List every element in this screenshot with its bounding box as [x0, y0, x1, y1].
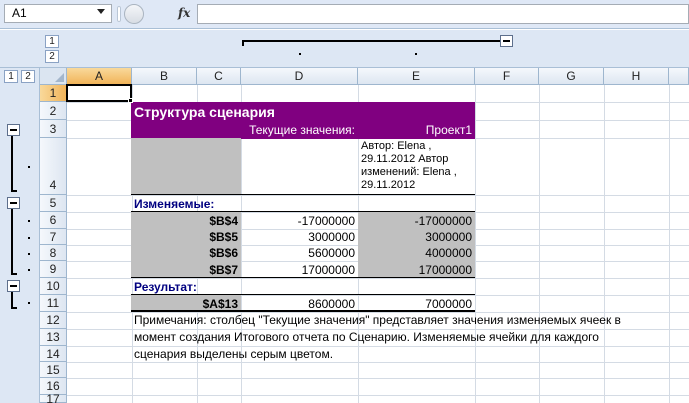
name-box[interactable]: A1 — [4, 4, 112, 23]
column-header-f[interactable]: F — [475, 68, 539, 85]
changing-current-value[interactable]: 17000000 — [241, 261, 358, 278]
scenario-author-info[interactable]: Автор: Elena , 29.11.2012 Автор изменени… — [358, 139, 476, 195]
row-header-12[interactable]: 12 — [40, 312, 67, 329]
column-header-e[interactable]: E — [358, 68, 475, 85]
table-border — [131, 277, 475, 278]
gridline — [67, 378, 689, 379]
column-header-a[interactable]: A — [67, 68, 132, 85]
column-header-h[interactable]: H — [604, 68, 669, 85]
row-detail-dot[interactable] — [28, 237, 30, 239]
report-note-line[interactable]: момент создания Итогового отчета по Сцен… — [134, 329, 686, 346]
column-header-d[interactable]: D — [241, 68, 358, 85]
collapse-columns-icon[interactable] — [500, 35, 513, 47]
row-group-bracket-end — [11, 307, 17, 309]
changing-scenario-value[interactable]: 3000000 — [358, 229, 475, 245]
row-header-2[interactable]: 2 — [40, 102, 67, 120]
row-header-10[interactable]: 10 — [40, 278, 67, 295]
changing-scenario-value[interactable]: 4000000 — [358, 245, 475, 261]
column-outline-level-1[interactable]: 1 — [45, 35, 59, 48]
column-header-next[interactable] — [669, 68, 689, 85]
column-detail-dot[interactable] — [415, 53, 417, 55]
row-header-8[interactable]: 8 — [40, 245, 67, 261]
row-detail-dot[interactable] — [28, 302, 30, 304]
formula-bar: A1 fx — [0, 0, 689, 29]
row-header-4[interactable]: 4 — [40, 138, 67, 195]
table-border — [131, 194, 475, 195]
row-outline-bar — [0, 68, 40, 403]
row-header-1[interactable]: 1 — [40, 85, 67, 102]
active-cell-a1[interactable] — [66, 84, 132, 102]
changing-current-value[interactable]: 5600000 — [241, 245, 358, 261]
changing-cell-ref[interactable]: $B$6 — [131, 245, 241, 261]
row-header-14[interactable]: 14 — [40, 346, 67, 362]
column-header-c[interactable]: C — [197, 68, 241, 85]
current-values-header[interactable]: Текущие значения: — [241, 120, 358, 139]
column-outline-bar — [0, 30, 689, 68]
collapse-rows-icon[interactable] — [7, 197, 20, 209]
table-border — [131, 294, 475, 295]
column-group-bracket-end — [242, 40, 244, 46]
row-header-3[interactable]: 3 — [40, 120, 67, 138]
row-outline-level-2[interactable]: 2 — [21, 70, 35, 83]
report-note-line[interactable]: сценария выделены серым цветом. — [134, 346, 686, 363]
row-header-5[interactable]: 5 — [40, 195, 67, 212]
collapse-rows-icon[interactable] — [7, 280, 20, 292]
chevron-down-icon[interactable] — [97, 9, 105, 14]
row-group-bracket-end — [11, 190, 17, 192]
changing-cell-ref[interactable]: $B$4 — [131, 212, 241, 229]
formula-input[interactable] — [197, 4, 689, 24]
changing-scenario-value[interactable]: -17000000 — [358, 212, 475, 229]
select-all-icon — [55, 73, 64, 82]
row-header-11[interactable]: 11 — [40, 295, 67, 312]
row-header-15[interactable]: 15 — [40, 362, 67, 378]
column-group-bracket — [242, 40, 500, 42]
row-group-bracket — [11, 136, 13, 191]
changing-scenario-value[interactable]: 17000000 — [358, 261, 475, 278]
splitter-handle[interactable] — [117, 6, 121, 22]
gridline — [67, 395, 689, 396]
row-detail-dot[interactable] — [28, 269, 30, 271]
changing-current-value[interactable]: -17000000 — [241, 212, 358, 229]
row-outline-level-1[interactable]: 1 — [4, 70, 18, 83]
formula-bar-button[interactable] — [124, 4, 144, 24]
select-all-button[interactable] — [40, 68, 67, 85]
report-note-line[interactable]: Примечания: столбец "Текущие значения" п… — [134, 312, 686, 329]
changing-current-value[interactable]: 3000000 — [241, 229, 358, 245]
report-header-empty[interactable] — [131, 120, 241, 139]
row-header-9[interactable]: 9 — [40, 261, 67, 278]
row-detail-dot[interactable] — [28, 166, 30, 168]
row-header-17[interactable]: 17 — [40, 392, 67, 403]
row-detail-dot[interactable] — [28, 220, 30, 222]
insert-function-icon[interactable]: fx — [178, 6, 190, 20]
column-header-b[interactable]: B — [132, 68, 197, 85]
row-detail-dot[interactable] — [28, 253, 30, 255]
fill-handle[interactable] — [128, 98, 133, 103]
row-group-bracket-end — [11, 273, 17, 275]
column-header-g[interactable]: G — [539, 68, 604, 85]
result-cells-label[interactable]: Результат: — [131, 278, 331, 295]
changing-cell-ref[interactable]: $B$7 — [131, 261, 241, 278]
row-header-13[interactable]: 13 — [40, 329, 67, 346]
report-title[interactable]: Структура сценария — [131, 102, 475, 121]
column-detail-dot[interactable] — [299, 53, 301, 55]
row-group-bracket — [11, 292, 13, 308]
row-header-7[interactable]: 7 — [40, 229, 67, 245]
table-border — [131, 211, 475, 212]
collapse-rows-icon[interactable] — [7, 124, 20, 136]
row-group-bracket — [11, 209, 13, 273]
changing-cell-ref[interactable]: $B$5 — [131, 229, 241, 245]
changing-cells-label[interactable]: Изменяемые: — [131, 195, 331, 212]
column-outline-level-2[interactable]: 2 — [45, 50, 59, 63]
row-header-6[interactable]: 6 — [40, 212, 67, 229]
author-row-label[interactable] — [131, 138, 241, 195]
scenario-name-header[interactable]: Проект1 — [358, 120, 475, 139]
